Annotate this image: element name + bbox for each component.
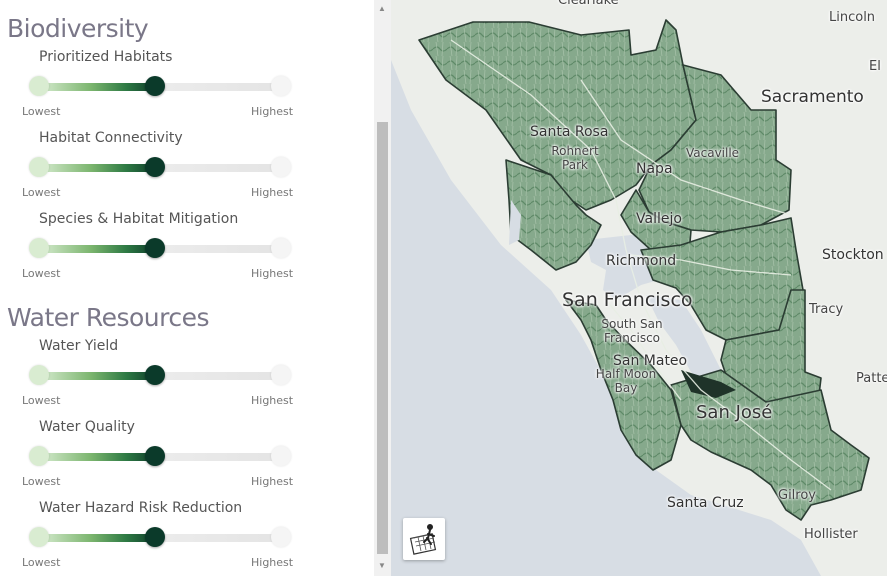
slider-min-handle xyxy=(29,365,49,385)
slider-water-hazard-risk-reduction[interactable] xyxy=(29,525,291,551)
map-label-santa-rosa: Santa Rosa xyxy=(530,124,609,140)
slider-max-handle xyxy=(271,446,291,466)
slider-fill xyxy=(39,83,155,91)
slider-water-quality[interactable] xyxy=(29,444,291,470)
slider-min-handle xyxy=(29,527,49,547)
slider-fill xyxy=(39,372,155,380)
map-label-el: El xyxy=(869,59,881,74)
slider-high-label: Highest xyxy=(251,267,294,280)
map-label-san-jose: San José xyxy=(696,402,773,423)
slider-species-habitat-mitigation[interactable] xyxy=(29,236,291,262)
slider-fill xyxy=(39,245,155,253)
slider-label-water-yield: Water Yield xyxy=(39,338,119,354)
map-label-clearlake: Clearlake xyxy=(558,0,619,8)
slider-low-label: Lowest xyxy=(22,186,61,199)
map-label-richmond: Richmond xyxy=(606,253,677,269)
legend-icon xyxy=(409,524,437,555)
map-label-stockton: Stockton xyxy=(822,247,884,263)
slider-prioritized-habitats[interactable] xyxy=(29,74,291,100)
slider-low-label: Lowest xyxy=(22,475,61,488)
slider-min-handle xyxy=(29,238,49,258)
slider-label-habitat-connectivity: Habitat Connectivity xyxy=(39,130,183,146)
slider-low-label: Lowest xyxy=(22,267,61,280)
slider-label-water-quality: Water Quality xyxy=(39,419,135,435)
map-legend-button[interactable] xyxy=(403,518,445,560)
slider-label-water-hazard-risk-reduction: Water Hazard Risk Reduction xyxy=(39,500,243,516)
slider-max-handle xyxy=(271,365,291,385)
slider-high-label: Highest xyxy=(251,105,294,118)
map-label-vallejo: Vallejo xyxy=(636,211,682,227)
slider-max-handle xyxy=(271,76,291,96)
slider-value-handle[interactable] xyxy=(145,238,165,258)
slider-high-label: Highest xyxy=(251,186,294,199)
section-title-water-resources: Water Resources xyxy=(7,303,210,332)
scroll-down-icon[interactable]: ▼ xyxy=(378,561,386,570)
slider-value-handle[interactable] xyxy=(145,527,165,547)
map-label-lincoln: Lincoln xyxy=(829,10,876,25)
slider-fill xyxy=(39,164,155,172)
filter-panel: Biodiversity Prioritized Habitats Lowest… xyxy=(0,0,374,576)
slider-low-label: Lowest xyxy=(22,394,61,407)
scroll-up-icon[interactable]: ▲ xyxy=(378,4,386,13)
slider-habitat-connectivity[interactable] xyxy=(29,155,291,181)
scrollbar-thumb[interactable] xyxy=(377,122,388,554)
section-title-biodiversity: Biodiversity xyxy=(7,14,149,43)
slider-fill xyxy=(39,534,155,542)
map-label-patte: Patte xyxy=(856,371,887,386)
slider-max-handle xyxy=(271,157,291,177)
slider-water-yield[interactable] xyxy=(29,363,291,389)
map-label-half-moon-bay: Half Moon Bay xyxy=(595,367,657,395)
slider-max-handle xyxy=(271,527,291,547)
slider-value-handle[interactable] xyxy=(145,446,165,466)
slider-label-species-habitat-mitigation: Species & Habitat Mitigation xyxy=(39,211,239,227)
slider-fill xyxy=(39,453,155,461)
map-label-napa: Napa xyxy=(636,161,673,177)
map-label-sacramento: Sacramento xyxy=(761,87,864,107)
map-label-hollister: Hollister xyxy=(804,527,858,542)
map-label-rohnert-park: Rohnert Park xyxy=(551,144,599,172)
slider-high-label: Highest xyxy=(251,556,294,569)
slider-min-handle xyxy=(29,446,49,466)
slider-label-prioritized-habitats: Prioritized Habitats xyxy=(39,49,173,65)
panel-scrollbar[interactable]: ▲ ▼ xyxy=(374,0,391,576)
map-label-tracy: Tracy xyxy=(809,302,844,317)
slider-low-label: Lowest xyxy=(22,556,61,569)
slider-high-label: Highest xyxy=(251,475,294,488)
map-label-san-francisco: San Francisco xyxy=(562,289,693,311)
map-label-santa-cruz: Santa Cruz xyxy=(667,495,744,511)
slider-high-label: Highest xyxy=(251,394,294,407)
slider-low-label: Lowest xyxy=(22,105,61,118)
slider-max-handle xyxy=(271,238,291,258)
slider-value-handle[interactable] xyxy=(145,157,165,177)
map-view[interactable]: Clearlake Lincoln El Sacramento Santa Ro… xyxy=(391,0,887,576)
map-label-gilroy: Gilroy xyxy=(778,488,817,503)
slider-min-handle xyxy=(29,76,49,96)
map-label-south-san-francisco: South San Francisco xyxy=(601,317,663,345)
slider-value-handle[interactable] xyxy=(145,365,165,385)
slider-min-handle xyxy=(29,157,49,177)
map-label-vacaville: Vacaville xyxy=(686,146,740,160)
slider-value-handle[interactable] xyxy=(145,76,165,96)
